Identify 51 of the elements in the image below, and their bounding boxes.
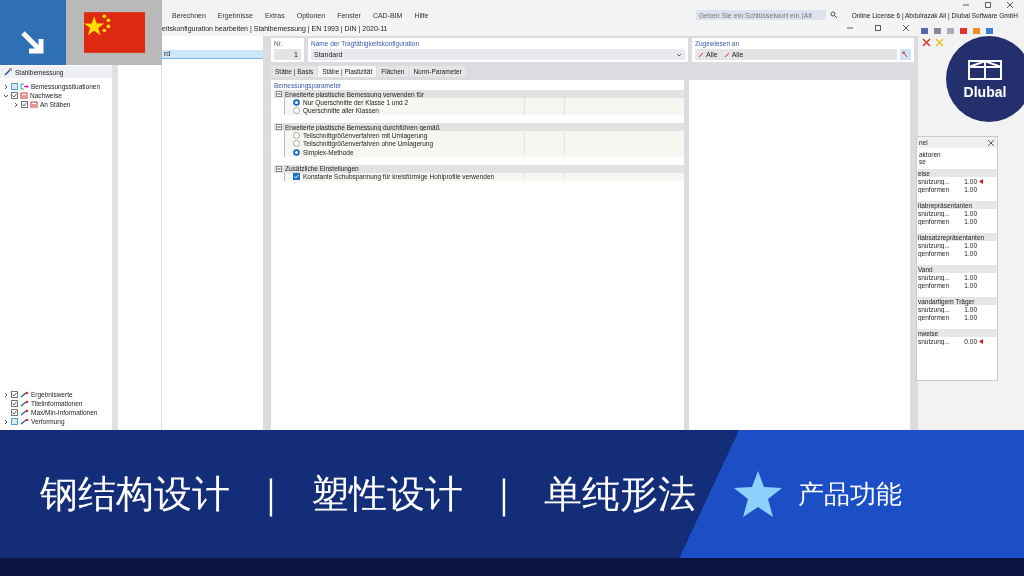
checkbox[interactable] xyxy=(293,173,300,181)
line-icon xyxy=(698,51,704,58)
checkbox[interactable] xyxy=(11,418,18,425)
banner-tag: 产品功能 xyxy=(798,476,902,512)
close-icon[interactable] xyxy=(987,138,995,147)
banner-text: 钢结构设计 xyxy=(40,471,230,517)
close-icon[interactable] xyxy=(1006,1,1014,9)
chevron-right-icon[interactable] xyxy=(3,418,9,425)
line-icon xyxy=(723,51,730,58)
search-icon[interactable] xyxy=(829,11,838,19)
checkbox[interactable] xyxy=(11,409,18,416)
checkbox[interactable] xyxy=(11,400,18,407)
banner-text: 塑性设计 xyxy=(311,471,463,517)
checkbox[interactable] xyxy=(11,92,18,99)
checkbox[interactable] xyxy=(21,101,28,108)
beam-icon xyxy=(4,68,12,76)
chevron-right-icon[interactable] xyxy=(13,101,19,108)
chevron-down-icon[interactable] xyxy=(3,92,9,99)
pick-icon[interactable] xyxy=(900,49,911,60)
banner-text: ｜ xyxy=(252,471,289,519)
logo-icon xyxy=(967,58,1003,81)
frame-icon xyxy=(30,101,38,108)
checkbox[interactable] xyxy=(11,391,18,398)
maximize-icon[interactable] xyxy=(874,24,882,32)
radio-button[interactable] xyxy=(293,140,300,148)
arrow-icon xyxy=(19,29,47,57)
radio-button[interactable] xyxy=(293,98,300,106)
toolbar-icon[interactable] xyxy=(922,37,931,47)
chevron-right-icon[interactable] xyxy=(3,83,9,90)
collapse-icon[interactable] xyxy=(276,91,282,97)
brush-icon xyxy=(20,391,29,398)
collapse-icon[interactable] xyxy=(276,124,282,130)
caret-icon xyxy=(676,52,682,57)
checkbox[interactable] xyxy=(11,83,18,90)
brush-icon xyxy=(20,418,29,425)
flag-drawing xyxy=(83,12,145,53)
frame-icon xyxy=(20,92,28,99)
brush-icon xyxy=(20,400,29,407)
radio-button[interactable] xyxy=(293,148,300,156)
close-icon[interactable] xyxy=(902,24,910,32)
banner-text: ｜ xyxy=(485,471,522,519)
bracket-icon xyxy=(20,83,29,90)
maximize-icon[interactable] xyxy=(984,1,992,9)
star-icon xyxy=(732,469,784,519)
logo-text: Dlubal xyxy=(963,83,1007,100)
radio-button[interactable] xyxy=(293,107,300,115)
chevron-right-icon[interactable] xyxy=(3,391,9,398)
banner-text: 单纯形法 xyxy=(544,471,696,517)
collapse-icon[interactable] xyxy=(276,165,282,172)
radio-button[interactable] xyxy=(293,131,300,139)
brush-icon xyxy=(20,409,29,416)
